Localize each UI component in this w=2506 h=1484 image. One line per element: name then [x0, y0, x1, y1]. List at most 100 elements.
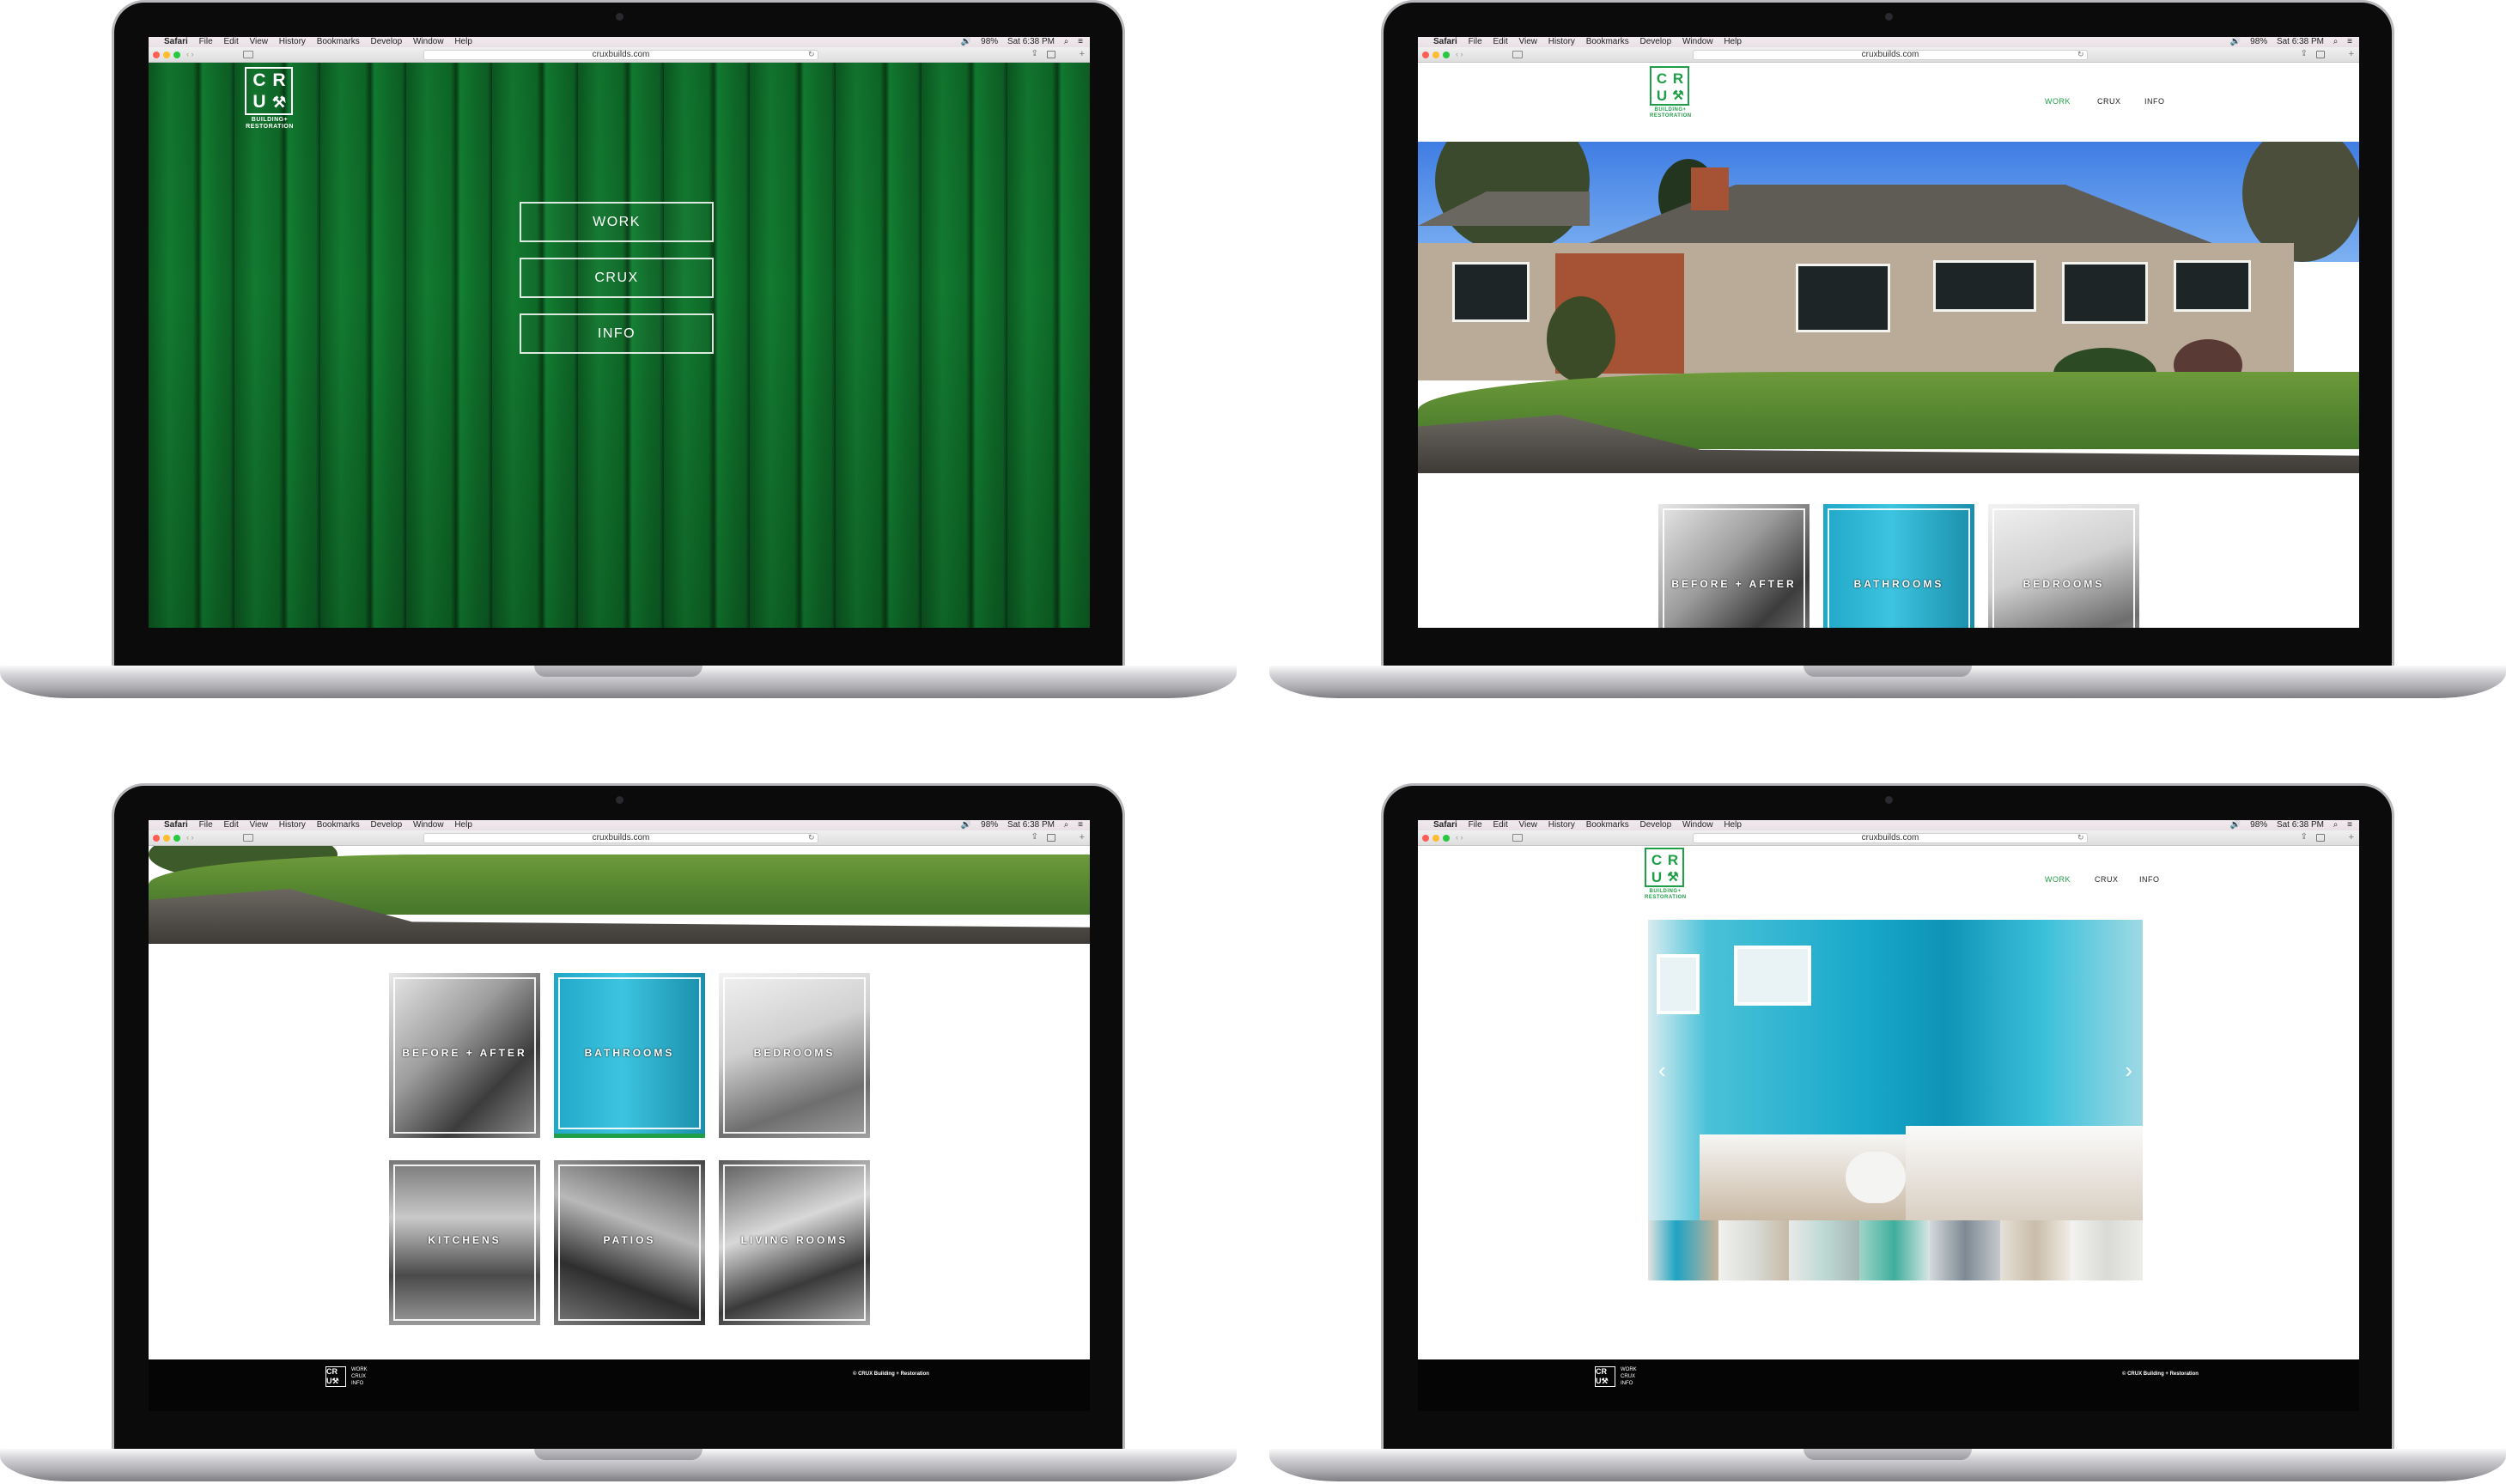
sidebar-icon[interactable] [1512, 51, 1523, 58]
gallery-thumbnail[interactable] [1930, 1220, 2000, 1280]
zoom-window-button[interactable] [1443, 52, 1450, 58]
tabs-icon[interactable] [1047, 51, 1055, 58]
menu-edit[interactable]: Edit [223, 37, 238, 46]
back-forward-icon[interactable]: ‹ › [1456, 833, 1463, 842]
volume-icon[interactable]: 🔊 [2230, 37, 2241, 46]
battery-level[interactable]: 98% [981, 37, 998, 46]
minimize-window-button[interactable] [1432, 835, 1439, 842]
share-icon[interactable]: ⇪ [2301, 49, 2308, 58]
footer-logo[interactable]: CR U⚒ [1595, 1366, 1615, 1387]
menu-develop[interactable]: Develop [370, 820, 402, 830]
menu-app-name[interactable]: Safari [1433, 37, 1457, 46]
category-bathrooms[interactable]: BATHROOMS [554, 973, 705, 1138]
search-icon[interactable]: ⌕ [1064, 37, 1069, 46]
address-bar[interactable]: cruxbuilds.com [1693, 50, 2088, 60]
sidebar-icon[interactable] [243, 834, 253, 842]
menu-history[interactable]: History [1548, 820, 1575, 830]
share-icon[interactable]: ⇪ [2301, 832, 2308, 842]
volume-icon[interactable]: 🔊 [961, 37, 971, 46]
menu-view[interactable]: View [1519, 37, 1538, 46]
close-window-button[interactable] [153, 52, 160, 58]
menu-help[interactable]: Help [454, 820, 472, 830]
search-icon[interactable]: ⌕ [2333, 37, 2339, 46]
category-bedrooms[interactable]: BEDROOMS [719, 973, 870, 1138]
gallery-thumbnail[interactable] [1718, 1220, 1789, 1280]
zoom-window-button[interactable] [1443, 835, 1450, 842]
minimize-window-button[interactable] [1432, 52, 1439, 58]
tabs-icon[interactable] [2316, 51, 2325, 58]
nav-work[interactable]: WORK [2045, 97, 2071, 106]
battery-level[interactable]: 98% [981, 820, 998, 830]
menu-bookmarks[interactable]: Bookmarks [1586, 820, 1629, 830]
gallery-prev-arrow[interactable]: ‹ [1658, 1057, 1666, 1084]
battery-level[interactable]: 98% [2250, 820, 2267, 830]
footer-link-work[interactable]: WORK [351, 1366, 368, 1373]
footer-link-info[interactable]: INFO [351, 1380, 368, 1387]
gallery-next-arrow[interactable]: › [2125, 1057, 2132, 1084]
footer-link-work[interactable]: WORK [1621, 1366, 1637, 1373]
menu-history[interactable]: History [1548, 37, 1575, 46]
menu-window[interactable]: Window [1682, 37, 1713, 46]
gallery-slide-image[interactable]: ‹ › [1648, 920, 2143, 1220]
menu-history[interactable]: History [279, 37, 306, 46]
zoom-window-button[interactable] [173, 835, 180, 842]
gallery-thumbnail[interactable] [2000, 1220, 2071, 1280]
splash-crux-button[interactable]: CRUX [520, 258, 714, 298]
list-icon[interactable]: ≡ [2347, 820, 2352, 830]
new-tab-icon[interactable]: + [1080, 49, 1085, 59]
back-forward-icon[interactable]: ‹ › [186, 50, 194, 58]
menu-file[interactable]: File [1469, 37, 1482, 46]
close-window-button[interactable] [153, 835, 160, 842]
zoom-window-button[interactable] [173, 52, 180, 58]
minimize-window-button[interactable] [163, 52, 170, 58]
address-bar[interactable]: cruxbuilds.com [423, 50, 818, 60]
nav-crux[interactable]: CRUX [2097, 97, 2121, 106]
volume-icon[interactable]: 🔊 [961, 820, 971, 830]
sidebar-icon[interactable] [1512, 834, 1523, 842]
menu-window[interactable]: Window [413, 820, 444, 830]
new-tab-icon[interactable]: + [1080, 832, 1085, 842]
clock[interactable]: Sat 6:38 PM [1007, 37, 1055, 46]
volume-icon[interactable]: 🔊 [2230, 820, 2241, 830]
menu-bookmarks[interactable]: Bookmarks [1586, 37, 1629, 46]
menu-develop[interactable]: Develop [1639, 37, 1671, 46]
menu-app-name[interactable]: Safari [1433, 820, 1457, 830]
footer-link-info[interactable]: INFO [1621, 1380, 1637, 1387]
gallery-thumbnail[interactable] [1648, 1220, 1718, 1280]
clock[interactable]: Sat 6:38 PM [1007, 820, 1055, 830]
menu-view[interactable]: View [250, 37, 269, 46]
menu-file[interactable]: File [199, 820, 213, 830]
gallery-thumbnail[interactable] [1789, 1220, 1859, 1280]
reload-icon[interactable]: ↻ [2077, 50, 2084, 59]
menu-develop[interactable]: Develop [1639, 820, 1671, 830]
close-window-button[interactable] [1422, 835, 1429, 842]
footer-logo[interactable]: CR U⚒ [325, 1366, 346, 1387]
menu-help[interactable]: Help [454, 37, 472, 46]
tabs-icon[interactable] [2316, 834, 2325, 842]
close-window-button[interactable] [1422, 52, 1429, 58]
search-icon[interactable]: ⌕ [2333, 820, 2339, 830]
category-bedrooms[interactable]: BEDROOMS [1988, 504, 2139, 628]
reload-icon[interactable]: ↻ [2077, 833, 2084, 842]
menu-view[interactable]: View [250, 820, 269, 830]
menu-help[interactable]: Help [1724, 37, 1742, 46]
menu-history[interactable]: History [279, 820, 306, 830]
sidebar-icon[interactable] [243, 51, 253, 58]
menu-edit[interactable]: Edit [223, 820, 238, 830]
menu-app-name[interactable]: Safari [164, 37, 188, 46]
menu-view[interactable]: View [1519, 820, 1538, 830]
menu-develop[interactable]: Develop [370, 37, 402, 46]
address-bar[interactable]: cruxbuilds.com [423, 833, 818, 843]
menu-help[interactable]: Help [1724, 820, 1742, 830]
nav-work[interactable]: WORK [2045, 875, 2071, 884]
footer-link-crux[interactable]: CRUX [1621, 1373, 1637, 1380]
menu-edit[interactable]: Edit [1493, 37, 1507, 46]
category-before-after[interactable]: BEFORE + AFTER [1658, 504, 1810, 628]
category-living-rooms[interactable]: LIVING ROOMS [719, 1160, 870, 1325]
menu-app-name[interactable]: Safari [164, 820, 188, 830]
list-icon[interactable]: ≡ [2347, 37, 2352, 46]
category-bathrooms[interactable]: BATHROOMS [1823, 504, 1974, 628]
splash-info-button[interactable]: INFO [520, 313, 714, 354]
menu-window[interactable]: Window [1682, 820, 1713, 830]
category-kitchens[interactable]: KITCHENS [389, 1160, 540, 1325]
